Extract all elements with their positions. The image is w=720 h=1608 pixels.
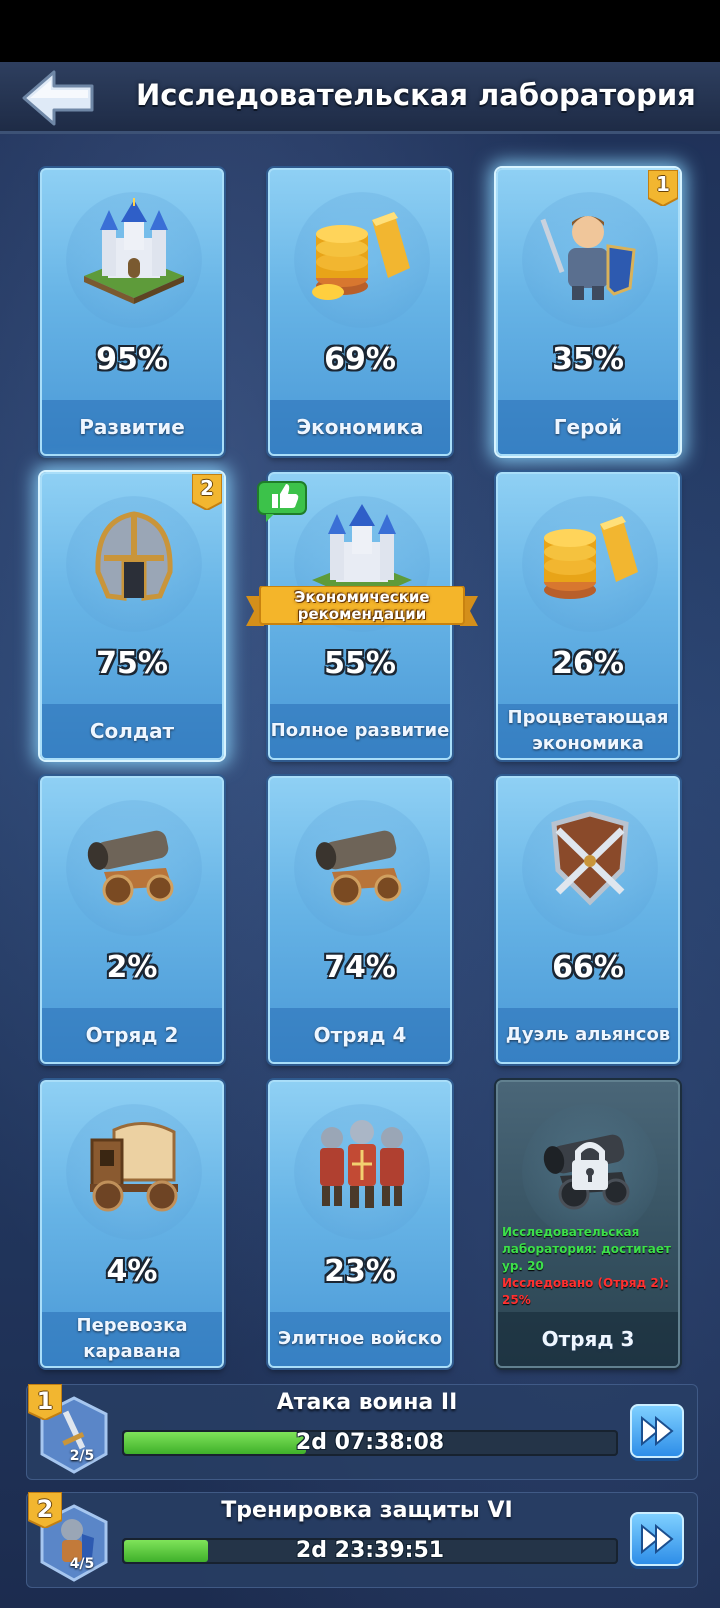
research-percent: 74% bbox=[324, 950, 396, 985]
research-label: Процветающая экономика bbox=[507, 707, 669, 754]
card-label-bar: Экономика bbox=[270, 400, 450, 454]
research-label: Развитие bbox=[79, 415, 185, 439]
thumbs-up-icon bbox=[257, 481, 307, 522]
research-card-soldier[interactable]: 75% Солдат 2 bbox=[40, 472, 224, 760]
queue-slot-number: 1 bbox=[36, 1387, 54, 1415]
card-label-bar: Развитие bbox=[42, 400, 222, 454]
research-queue-slot-2[interactable]: 4/5 2 Тренировка защиты VI 2d 23:39:51 bbox=[26, 1491, 698, 1588]
research-card-squad-3-locked[interactable]: Исследовательская лаборатория: достигает… bbox=[496, 1080, 680, 1368]
status-bar bbox=[0, 0, 720, 62]
research-card-caravan[interactable]: 4% Перевозка каравана bbox=[40, 1080, 224, 1368]
count-badge: 2 bbox=[191, 473, 223, 512]
cannon-icon bbox=[315, 830, 402, 906]
gold-coins-icon bbox=[544, 516, 638, 599]
research-percent: 4% bbox=[106, 1254, 158, 1289]
card-label-bar: Отряд 3 bbox=[498, 1312, 678, 1366]
research-label: Полное развитие bbox=[270, 720, 450, 741]
wagon-icon bbox=[90, 1121, 178, 1212]
research-card-alliance-duel[interactable]: 66% Дуэль альянсов bbox=[496, 776, 680, 1064]
queue-level: 2/5 bbox=[69, 1448, 95, 1464]
card-label-bar: Дуэль альянсов bbox=[498, 1008, 678, 1062]
research-timer: 2d 23:39:51 bbox=[295, 1538, 445, 1563]
queue-research-title: Атака воина II bbox=[276, 1390, 458, 1415]
locked-cannon-icon bbox=[543, 1134, 630, 1210]
knight-hero-icon bbox=[540, 216, 636, 300]
research-percent: 23% bbox=[324, 1254, 396, 1289]
castle-icon bbox=[84, 198, 184, 304]
soldiers-group-icon bbox=[320, 1120, 404, 1208]
research-label: Отряд 2 bbox=[85, 1023, 179, 1047]
speed-up-button[interactable] bbox=[630, 1404, 684, 1458]
research-label: Дуэль альянсов bbox=[505, 1024, 671, 1045]
research-label: Экономика bbox=[296, 415, 424, 439]
research-card-hero[interactable]: 35% Герой 1 bbox=[496, 168, 680, 456]
research-label: Отряд 4 bbox=[313, 1023, 407, 1047]
card-label-bar: Полное развитие bbox=[270, 704, 450, 758]
card-label-bar: Процветающая экономика bbox=[498, 704, 678, 758]
research-card-prosperous-economy[interactable]: 26% Процветающая экономика bbox=[496, 472, 680, 760]
research-card-squad-2[interactable]: 2% Отряд 2 bbox=[40, 776, 224, 1064]
research-label: Отряд 3 bbox=[541, 1327, 635, 1351]
card-label-bar: Элитное войско bbox=[270, 1312, 450, 1366]
badge-count: 1 bbox=[656, 172, 670, 196]
page-title: Исследовательская лаборатория bbox=[136, 78, 696, 112]
card-label-bar: Отряд 4 bbox=[270, 1008, 450, 1062]
research-percent: 95% bbox=[96, 342, 168, 377]
research-percent: 55% bbox=[324, 646, 396, 681]
queue-slot-number: 2 bbox=[36, 1495, 54, 1523]
fast-forward-icon bbox=[641, 1415, 674, 1447]
ribbon-label: Экономические рекомендации bbox=[294, 588, 430, 623]
card-label-bar: Солдат bbox=[42, 704, 222, 758]
card-label-bar: Герой bbox=[498, 400, 678, 454]
research-card-squad-4[interactable]: 74% Отряд 4 bbox=[268, 776, 452, 1064]
cannon-icon bbox=[87, 830, 174, 906]
gold-coins-icon bbox=[312, 212, 410, 300]
research-percent: 2% bbox=[106, 950, 158, 985]
recommendation-ribbon: Экономические рекомендации bbox=[246, 585, 478, 630]
back-arrow-icon bbox=[22, 70, 94, 126]
speed-up-button[interactable] bbox=[630, 1512, 684, 1566]
research-label: Солдат bbox=[89, 719, 175, 743]
requirement-unmet: Исследовано (Отряд 2): 25% bbox=[502, 1276, 669, 1307]
header: Исследовательская лаборатория bbox=[0, 62, 720, 134]
research-progress-bar: 2d 23:39:51 bbox=[122, 1538, 618, 1564]
research-percent: 66% bbox=[552, 950, 624, 985]
queue-research-title: Тренировка защиты VI bbox=[221, 1498, 513, 1523]
back-button[interactable] bbox=[20, 70, 100, 126]
research-card-elite-troops[interactable]: 23% Элитное войско bbox=[268, 1080, 452, 1368]
research-percent: 75% bbox=[96, 646, 168, 681]
research-label: Герой bbox=[553, 415, 623, 439]
count-badge: 1 bbox=[647, 169, 679, 208]
research-percent: 35% bbox=[552, 342, 624, 377]
queue-level: 4/5 bbox=[69, 1556, 95, 1572]
research-progress-bar: 2d 07:38:08 bbox=[122, 1430, 618, 1456]
research-label: Элитное войско bbox=[277, 1328, 443, 1349]
research-card-development[interactable]: 95% Развитие bbox=[40, 168, 224, 456]
crossed-swords-shield-icon bbox=[551, 811, 629, 906]
research-card-economy[interactable]: 69% Экономика bbox=[268, 168, 452, 456]
research-queue-slot-1[interactable]: 2/5 1 Атака воина II 2d 07:38:08 bbox=[26, 1383, 698, 1480]
queue-slot-badge: 2 bbox=[27, 1491, 63, 1530]
queue-slot-badge: 1 bbox=[27, 1383, 63, 1422]
research-timer: 2d 07:38:08 bbox=[295, 1430, 445, 1455]
badge-count: 2 bbox=[200, 476, 214, 500]
research-percent: 69% bbox=[324, 342, 396, 377]
card-label-bar: Перевозка каравана bbox=[42, 1312, 222, 1366]
unlock-requirements: Исследовательская лаборатория: достигает… bbox=[502, 1224, 678, 1309]
fast-forward-icon bbox=[641, 1523, 674, 1555]
requirement-met: Исследовательская лаборатория: достигает… bbox=[502, 1225, 671, 1273]
research-percent: 26% bbox=[552, 646, 624, 681]
card-label-bar: Отряд 2 bbox=[42, 1008, 222, 1062]
research-label: Перевозка каравана bbox=[76, 1315, 188, 1362]
helmet-icon bbox=[95, 511, 173, 601]
